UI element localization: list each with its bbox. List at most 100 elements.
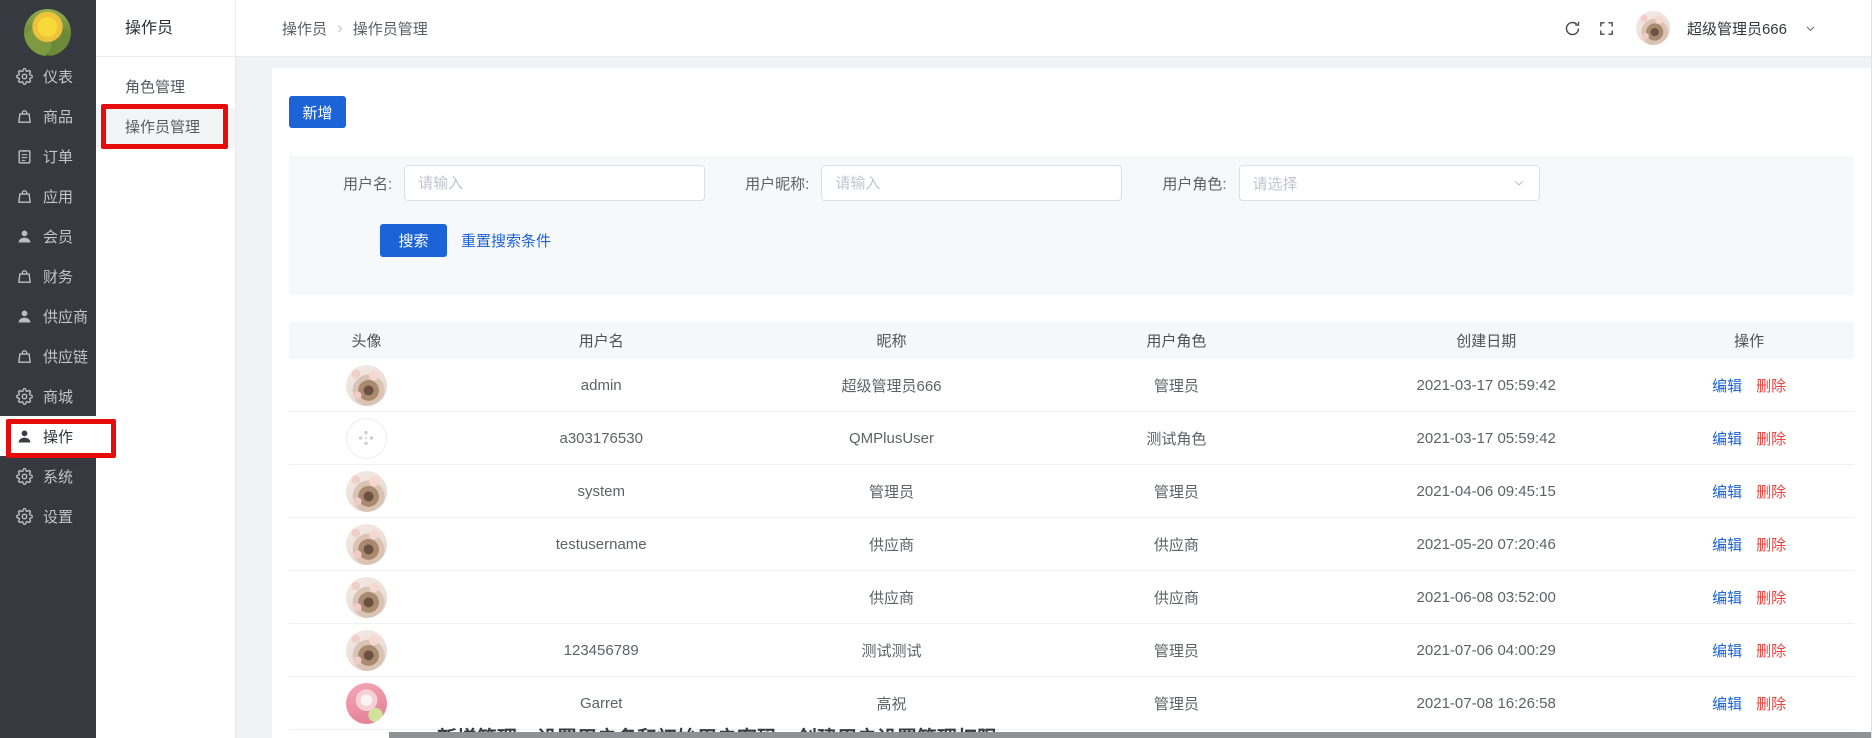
bag-icon — [16, 188, 33, 205]
cell-role: 管理员 — [1025, 640, 1329, 661]
cell-nickname: 供应商 — [758, 587, 1024, 608]
cell-username: Garret — [444, 695, 759, 712]
sidebar-item-label: 订单 — [43, 146, 73, 167]
submenu-item-operator-management[interactable]: 操作员管理 — [96, 108, 235, 148]
nickname-label: 用户昵称: — [745, 173, 809, 194]
role-select[interactable]: 请选择 — [1239, 165, 1540, 201]
cell-created: 2021-07-08 16:26:58 — [1328, 695, 1644, 712]
cell-role: 供应商 — [1025, 534, 1329, 555]
user-avatar[interactable] — [1636, 11, 1670, 45]
column-header: 用户名 — [444, 330, 759, 351]
cell-created: 2021-05-20 07:20:46 — [1328, 536, 1644, 553]
submenu-item-role-management[interactable]: 角色管理 — [96, 68, 235, 108]
fullscreen-icon[interactable] — [1598, 20, 1615, 37]
sidebar-item-system[interactable]: 系统 — [0, 456, 96, 496]
top-header: 操作员 操作员管理 超级管理员666 — [236, 0, 1871, 57]
sidebar-item-apps[interactable]: 应用 — [0, 176, 96, 216]
search-button[interactable]: 搜索 — [380, 224, 447, 257]
filter-row: 用户名: 用户昵称: 用户角色: 请选择 — [289, 156, 1854, 201]
gear-icon — [16, 388, 33, 405]
clipboard-icon — [16, 148, 33, 165]
delete-link[interactable]: 删除 — [1756, 537, 1786, 554]
avatar-cell — [289, 524, 444, 565]
cell-created: 2021-07-06 04:00:29 — [1328, 642, 1644, 659]
cell-created: 2021-06-08 03:52:00 — [1328, 589, 1644, 606]
sidebar-item-label: 操作 — [43, 426, 73, 447]
sidebar-item-settings[interactable]: 设置 — [0, 496, 96, 536]
cell-username: 123456789 — [444, 642, 759, 659]
bottom-window-edge — [389, 732, 1871, 738]
row-avatar — [346, 577, 387, 618]
logo-avatar — [24, 9, 71, 56]
cell-nickname: 测试测试 — [758, 640, 1024, 661]
edit-link[interactable]: 编辑 — [1712, 378, 1742, 395]
edit-link[interactable]: 编辑 — [1712, 484, 1742, 501]
sidebar-item-label: 应用 — [43, 186, 73, 207]
person-icon — [16, 308, 33, 325]
bag-icon — [16, 268, 33, 285]
sidebar-item-members[interactable]: 会员 — [0, 216, 96, 256]
secondary-sidebar: 操作员 角色管理操作员管理 — [96, 0, 236, 738]
sidebar-item-label: 系统 — [43, 466, 73, 487]
column-header: 头像 — [289, 330, 444, 351]
delete-link[interactable]: 删除 — [1756, 484, 1786, 501]
cell-username: admin — [444, 377, 759, 394]
cell-username: testusername — [444, 536, 759, 553]
sidebar-item-goods[interactable]: 商品 — [0, 96, 96, 136]
delete-link[interactable]: 删除 — [1756, 696, 1786, 713]
role-label: 用户角色: — [1162, 173, 1226, 194]
sidebar-item-orders[interactable]: 订单 — [0, 136, 96, 176]
edit-link[interactable]: 编辑 — [1712, 537, 1742, 554]
row-avatar — [346, 683, 387, 724]
delete-link[interactable]: 删除 — [1756, 431, 1786, 448]
username-input[interactable] — [404, 165, 705, 201]
cell-role: 测试角色 — [1025, 428, 1329, 449]
sidebar-item-label: 供应链 — [43, 346, 88, 367]
refresh-icon[interactable] — [1564, 20, 1581, 37]
primary-nav: 仪表商品订单应用会员财务供应商供应链商城操作系统设置 — [0, 56, 96, 536]
chevron-down-icon[interactable] — [1804, 22, 1817, 35]
sidebar-item-operations[interactable]: 操作 — [0, 416, 96, 456]
edit-link[interactable]: 编辑 — [1712, 431, 1742, 448]
cell-created: 2021-03-17 05:59:42 — [1328, 430, 1644, 447]
actions-cell: 编辑删除 — [1644, 375, 1854, 396]
breadcrumb-item[interactable]: 操作员 — [282, 18, 327, 39]
cell-nickname: 供应商 — [758, 534, 1024, 555]
nickname-input[interactable] — [821, 165, 1122, 201]
bag-icon — [16, 108, 33, 125]
gear-icon — [16, 468, 33, 485]
filter-panel: 用户名: 用户昵称: 用户角色: 请选择 搜索 重置搜索条件 — [289, 156, 1854, 295]
row-avatar — [346, 418, 387, 459]
cell-role: 管理员 — [1025, 481, 1329, 502]
sidebar-item-supplier[interactable]: 供应商 — [0, 296, 96, 336]
edit-link[interactable]: 编辑 — [1712, 696, 1742, 713]
sidebar-item-finance[interactable]: 财务 — [0, 256, 96, 296]
row-avatar — [346, 471, 387, 512]
delete-link[interactable]: 删除 — [1756, 643, 1786, 660]
delete-link[interactable]: 删除 — [1756, 590, 1786, 607]
avatar-cell — [289, 418, 444, 459]
add-button[interactable]: 新增 — [289, 96, 346, 128]
column-header: 用户角色 — [1025, 330, 1329, 351]
column-header: 创建日期 — [1328, 330, 1644, 351]
actions-cell: 编辑删除 — [1644, 640, 1854, 661]
edit-link[interactable]: 编辑 — [1712, 590, 1742, 607]
table-row: system管理员管理员2021-04-06 09:45:15编辑删除 — [289, 465, 1854, 518]
secondary-sidebar-title: 操作员 — [96, 0, 235, 57]
column-header: 操作 — [1644, 330, 1854, 351]
user-name[interactable]: 超级管理员666 — [1687, 18, 1787, 39]
table-row: 供应商供应商2021-06-08 03:52:00编辑删除 — [289, 571, 1854, 624]
delete-link[interactable]: 删除 — [1756, 378, 1786, 395]
sidebar-item-mall[interactable]: 商城 — [0, 376, 96, 416]
person-icon — [16, 428, 33, 445]
row-avatar — [346, 524, 387, 565]
sidebar-item-supply-chain[interactable]: 供应链 — [0, 336, 96, 376]
bag-icon — [16, 348, 33, 365]
cell-role: 管理员 — [1025, 693, 1329, 714]
sidebar-item-dashboard[interactable]: 仪表 — [0, 56, 96, 96]
reset-search-link[interactable]: 重置搜索条件 — [461, 230, 551, 251]
actions-cell: 编辑删除 — [1644, 534, 1854, 555]
avatar-cell — [289, 365, 444, 406]
actions-cell: 编辑删除 — [1644, 587, 1854, 608]
edit-link[interactable]: 编辑 — [1712, 643, 1742, 660]
